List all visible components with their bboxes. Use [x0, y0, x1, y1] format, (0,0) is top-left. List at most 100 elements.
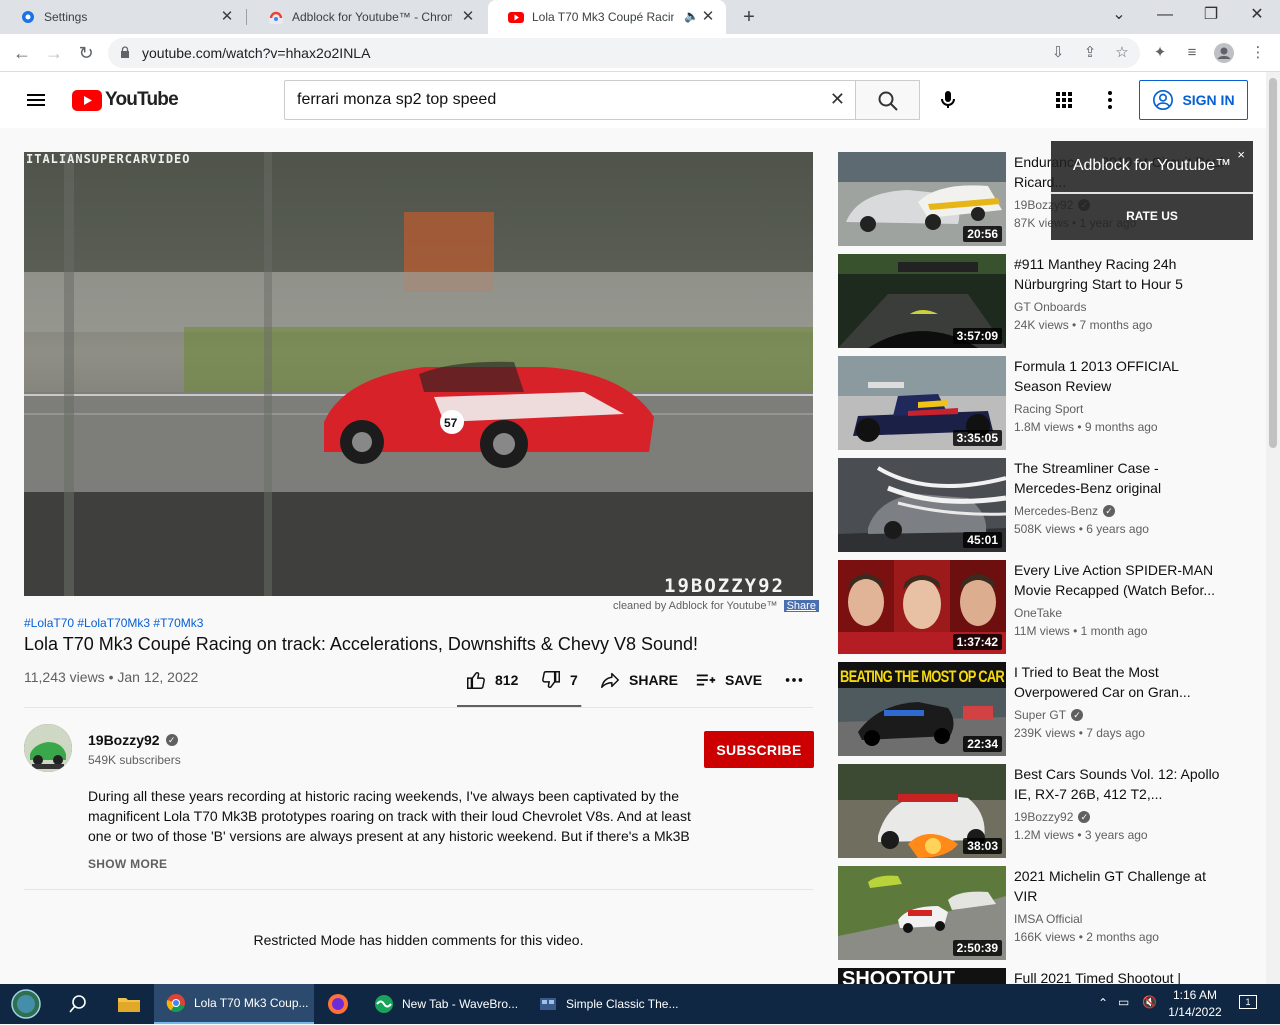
youtube-masthead: YouTube ferrari monza sp2 top speed ✕ SI…: [0, 72, 1266, 128]
search-button[interactable]: [856, 80, 920, 120]
video-duration: 45:01: [963, 532, 1002, 548]
close-tab-icon[interactable]: ✕: [700, 9, 716, 25]
subscribe-button[interactable]: SUBSCRIBE: [704, 731, 814, 768]
back-button[interactable]: ←: [8, 39, 36, 67]
video-thumbnail[interactable]: BEATING THE MOST OP CAR 22:34: [838, 662, 1006, 756]
address-bar[interactable]: youtube.com/watch?v=hhax2o2INLA ⇩ ⇪ ☆: [108, 38, 1140, 68]
system-clock[interactable]: 1:16 AM 1/14/2022: [1164, 987, 1226, 1021]
start-button[interactable]: [8, 988, 44, 1020]
video-thumbnail[interactable]: SHOOTOUT: [838, 968, 1006, 984]
show-more-button[interactable]: SHOW MORE: [88, 857, 167, 871]
notifications-icon[interactable]: 1: [1236, 994, 1260, 1009]
close-icon[interactable]: ×: [1237, 147, 1245, 162]
divider: [24, 707, 813, 708]
channel-name-text: 19Bozzy92: [88, 732, 160, 748]
channel-avatar[interactable]: [24, 724, 72, 772]
reload-button[interactable]: ↻: [72, 39, 100, 67]
share-button[interactable]: SHARE: [599, 668, 678, 692]
recommended-video[interactable]: 3:57:09 #911 Manthey Racing 24h Nürburgr…: [838, 254, 1248, 348]
thumbnail-text: BEATING THE MOST OP CAR: [840, 667, 1005, 686]
save-button[interactable]: SAVE: [695, 668, 762, 692]
recommended-channel: Super GT ✓: [1014, 708, 1084, 722]
tray-chevron-icon[interactable]: ⌃: [1098, 996, 1108, 1010]
microphone-icon[interactable]: [936, 88, 960, 112]
media-control-icon[interactable]: ≡: [1180, 41, 1204, 65]
recommended-video[interactable]: 45:01 The Streamliner Case - Mercedes-Be…: [838, 458, 1248, 552]
notification-count: 1: [1239, 995, 1257, 1009]
settings-more-icon[interactable]: [1098, 88, 1122, 112]
video-duration: 22:34: [963, 736, 1002, 752]
restore-button[interactable]: ❐: [1188, 0, 1234, 32]
youtube-play-icon: [72, 89, 102, 111]
tab-adblock[interactable]: Adblock for Youtube™ - Chrome We ✕: [248, 0, 486, 34]
tab-title: Lola T70 Mk3 Coupé Racing o: [532, 10, 674, 24]
page-scrollbar[interactable]: [1266, 72, 1280, 984]
share-arrow-icon: [601, 672, 619, 689]
close-window-button[interactable]: ✕: [1234, 0, 1280, 32]
tab-search-button[interactable]: ⌄: [1096, 0, 1142, 32]
video-duration: 3:35:05: [952, 430, 1002, 446]
recommended-video[interactable]: 38:03 Best Cars Sounds Vol. 12: Apollo I…: [838, 764, 1248, 858]
recommended-video[interactable]: BEATING THE MOST OP CAR 22:34 I Tried to…: [838, 662, 1248, 756]
profile-icon[interactable]: [1212, 41, 1236, 65]
video-thumbnail[interactable]: 1:37:42: [838, 560, 1006, 654]
firefox-icon[interactable]: [326, 992, 352, 1016]
recommended-video[interactable]: 3:35:05 Formula 1 2013 OFFICIAL Season R…: [838, 356, 1248, 450]
taskbar-app-label: Lola T70 Mk3 Coup...: [194, 996, 309, 1010]
minimize-button[interactable]: —: [1142, 0, 1188, 32]
video-thumbnail[interactable]: 45:01: [838, 458, 1006, 552]
recommended-title: Full 2021 Timed Shootout |: [1014, 970, 1182, 984]
taskbar-app-wavebrowser[interactable]: New Tab - WaveBro...: [362, 984, 522, 1024]
video-thumbnail[interactable]: 38:03: [838, 764, 1006, 858]
scrollbar-thumb[interactable]: [1269, 78, 1277, 448]
search-icon[interactable]: [66, 992, 90, 1016]
install-app-icon[interactable]: ⇩: [1046, 41, 1070, 65]
youtube-logo[interactable]: YouTube: [72, 89, 179, 111]
channel-name[interactable]: 19Bozzy92 ✓: [88, 732, 178, 748]
clear-search-icon[interactable]: ✕: [830, 89, 845, 110]
video-thumbnail[interactable]: 3:57:09: [838, 254, 1006, 348]
video-thumbnail[interactable]: 2:50:39: [838, 866, 1006, 960]
tab-settings[interactable]: Settings ✕: [0, 0, 245, 34]
search-input[interactable]: ferrari monza sp2 top speed ✕: [284, 80, 856, 120]
watermark-top: ITALIANSUPERCARVIDEO: [26, 152, 191, 166]
volume-muted-icon[interactable]: 🔇: [1142, 995, 1157, 1009]
extensions-puzzle-icon[interactable]: ✦: [1148, 41, 1172, 65]
new-tab-button[interactable]: +: [736, 4, 762, 30]
bookmark-star-icon[interactable]: ☆: [1110, 41, 1134, 65]
recommended-video[interactable]: 1:37:42 Every Live Action SPIDER-MAN Mov…: [838, 560, 1248, 654]
verified-icon: ✓: [1078, 811, 1091, 823]
recommended-video[interactable]: 2:50:39 2021 Michelin GT Challenge at VI…: [838, 866, 1248, 960]
playlist-add-icon: [696, 674, 716, 686]
more-horizontal-icon: [785, 678, 803, 682]
tab-youtube-video[interactable]: Lola T70 Mk3 Coupé Racing o 🔈 ✕: [488, 0, 726, 34]
share-icon[interactable]: ⇪: [1078, 41, 1102, 65]
video-description: During all these years recording at hist…: [88, 788, 691, 844]
search-icon: [878, 91, 898, 111]
taskbar-app-classic-theme[interactable]: Simple Classic The...: [526, 984, 681, 1024]
hamburger-menu-icon[interactable]: [24, 88, 48, 112]
speaker-icon[interactable]: 🔈: [684, 9, 699, 23]
thumbnail-text: SHOOTOUT: [842, 968, 955, 984]
sign-in-button[interactable]: SIGN IN: [1139, 80, 1248, 120]
like-button[interactable]: 812: [465, 668, 518, 692]
close-tab-icon[interactable]: ✕: [460, 9, 476, 25]
subscriber-count: 549K subscribers: [88, 753, 181, 767]
file-explorer-icon[interactable]: [116, 992, 142, 1016]
forward-button[interactable]: →: [40, 39, 68, 67]
video-player[interactable]: 57 ITALIANSUPERCARVIDEO 19BOZZY92: [24, 152, 813, 596]
adblock-share-link[interactable]: Share: [783, 600, 819, 612]
more-actions-button[interactable]: [783, 668, 805, 692]
dislike-button[interactable]: 7: [540, 668, 578, 692]
network-icon[interactable]: ▭: [1118, 995, 1129, 1009]
taskbar-app-chrome[interactable]: Lola T70 Mk3 Coup...: [154, 984, 314, 1024]
rate-us-button[interactable]: RATE US: [1051, 209, 1253, 223]
chrome-menu-icon[interactable]: ⋮: [1246, 41, 1270, 65]
verified-icon: ✓: [165, 734, 178, 746]
apps-grid-icon[interactable]: [1052, 88, 1076, 112]
close-tab-icon[interactable]: ✕: [219, 9, 235, 25]
video-hashtags[interactable]: #LolaT70 #LolaT70Mk3 #T70Mk3: [24, 616, 203, 630]
video-thumbnail[interactable]: 3:35:05: [838, 356, 1006, 450]
recommended-video[interactable]: SHOOTOUT Full 2021 Timed Shootout |: [838, 968, 1248, 984]
video-thumbnail[interactable]: 20:56: [838, 152, 1006, 246]
